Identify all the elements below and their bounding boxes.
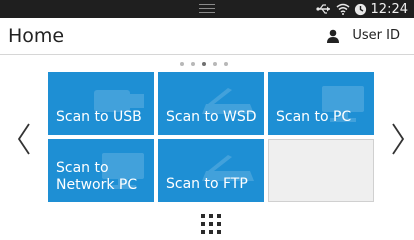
clock-icon <box>354 3 366 15</box>
page-dot[interactable] <box>191 62 195 66</box>
chevron-right-icon[interactable] <box>390 122 406 156</box>
scan-to-network-pc-tile[interactable]: Scan to Network PC <box>48 139 154 202</box>
scan-to-pc-tile[interactable]: Scan to PC <box>268 72 374 135</box>
page-dot-active[interactable] <box>202 62 206 66</box>
page-indicator <box>180 62 228 66</box>
wifi-icon <box>336 3 350 15</box>
status-icons: 12:24 <box>315 1 408 17</box>
header: Home User ID <box>0 18 414 52</box>
user-icon <box>327 29 340 43</box>
status-time: 12:24 <box>370 1 408 17</box>
user-id-button[interactable]: User ID <box>326 28 400 43</box>
tile-label: Scan to WSD <box>166 109 257 125</box>
tile-label: Scan to Network PC <box>56 160 138 193</box>
usb-icon <box>315 4 330 14</box>
status-bar: 12:24 <box>0 0 414 18</box>
page-dot[interactable] <box>213 62 217 66</box>
page-dot[interactable] <box>224 62 228 66</box>
scan-to-wsd-tile[interactable]: Scan to WSD <box>158 72 264 135</box>
chevron-left-icon[interactable] <box>16 122 32 156</box>
apps-grid-icon[interactable] <box>201 214 221 234</box>
tile-label: Scan to PC <box>276 109 352 125</box>
page-dot[interactable] <box>180 62 184 66</box>
scan-to-usb-tile[interactable]: Scan to USB <box>48 72 154 135</box>
page-title: Home <box>8 25 65 47</box>
header-divider <box>0 54 414 55</box>
menu-lines-icon[interactable] <box>199 4 215 14</box>
scan-to-ftp-tile[interactable]: Scan to FTP <box>158 139 264 202</box>
tile-label: Scan to FTP <box>166 176 248 192</box>
tile-label: Scan to USB <box>56 109 142 125</box>
empty-tile-slot <box>268 139 374 202</box>
user-id-label: User ID <box>352 28 400 43</box>
